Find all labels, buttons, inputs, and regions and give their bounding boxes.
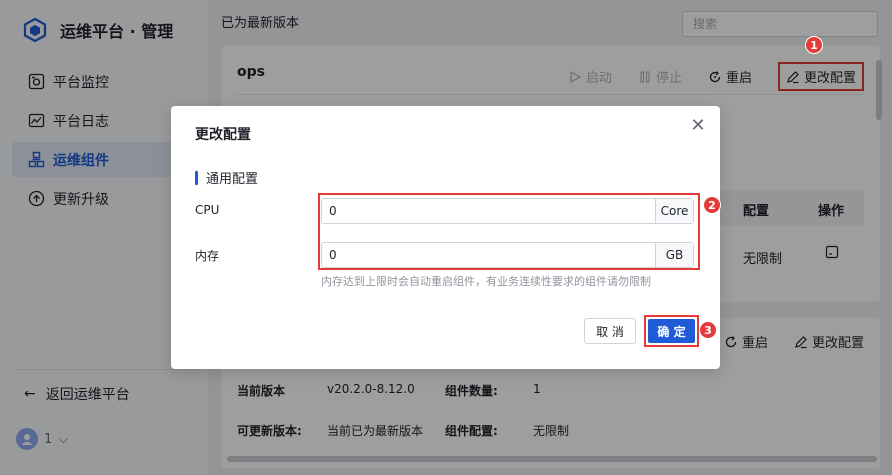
section-title: 通用配置 (206, 172, 259, 187)
close-icon[interactable]: ✕ (690, 117, 706, 135)
edit-config-dialog: 更改配置 ✕ 通用配置 CPU Core 内存 GB 2 内存达到上限时会自动重… (171, 106, 721, 369)
step-marker-3: 3 (699, 321, 717, 339)
section-marker (195, 170, 198, 185)
step-marker-1: 1 (805, 36, 823, 54)
cancel-button[interactable]: 取 消 (584, 318, 636, 344)
section-general-config: 通用配置 (195, 168, 258, 187)
fields-highlight (318, 193, 700, 270)
dialog-title: 更改配置 (195, 127, 251, 143)
step-marker-2: 2 (703, 196, 721, 214)
memory-label: 内存 (195, 249, 220, 263)
memory-hint: 内存达到上限时会自动重启组件，有业务连续性要求的组件请勿限制 (321, 275, 651, 288)
cpu-label: CPU (195, 203, 220, 217)
confirm-button[interactable]: 确 定 (648, 319, 695, 343)
confirm-highlight: 确 定 (644, 315, 699, 347)
